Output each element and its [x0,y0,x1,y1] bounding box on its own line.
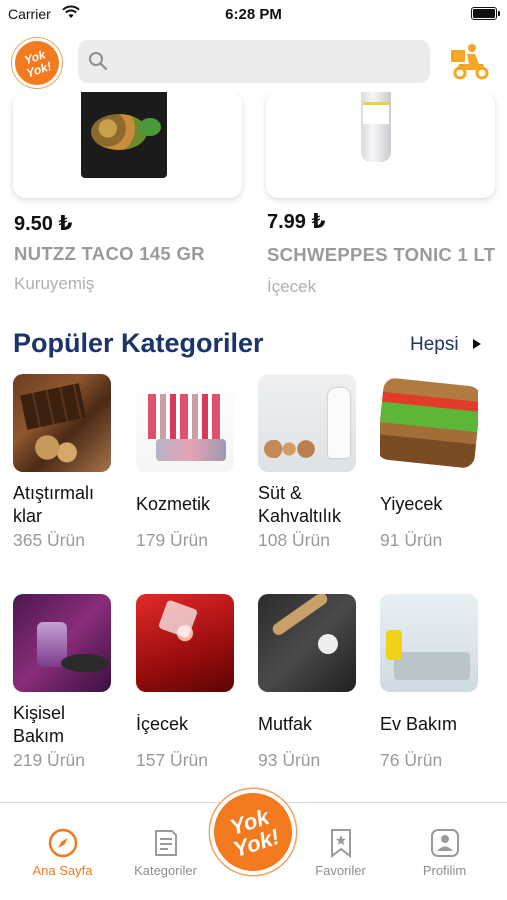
category-image [136,374,234,472]
tab-label: Ana Sayfa [32,863,93,878]
app-header: Yok Yok! [0,34,507,92]
tab-profile[interactable]: Profilim [394,803,495,883]
search-icon [89,52,108,71]
category-count: 179 Ürün [136,530,208,550]
category-name: Kozmetik [136,494,211,514]
center-logo-button[interactable]: Yok Yok! [210,789,296,875]
product-image [81,92,167,178]
bookmark-star-icon [331,829,351,859]
category-image [13,594,111,692]
logo-text: Yok Yok! [226,804,283,863]
category-image [380,374,478,472]
category-name: Süt & Kahvaltılık [258,483,342,526]
document-list-icon [155,830,177,856]
product-price: 9.50 ₺ [14,213,73,235]
category-image [136,594,234,692]
clock: 6:28 PM [225,6,282,23]
category-name: Mutfak [258,714,313,734]
category-image [258,594,356,692]
category-count: 365 Ürün [13,530,85,550]
tab-label: Kategoriler [134,863,197,878]
compass-icon [48,828,78,858]
category-image [13,374,111,472]
product-name: NUTZZ TACO 145 GR [14,243,205,264]
category-count: 76 Ürün [380,750,443,770]
product-name: SCHWEPPES TONIC 1 LT [267,244,496,265]
tab-label: Favoriler [315,863,366,878]
yokyok-logo[interactable]: Yok Yok! [12,38,62,88]
battery-icon [471,7,500,20]
category-image [258,374,356,472]
tab-categories[interactable]: Kategoriler [115,803,216,883]
logo-text: Yok Yok! [22,47,54,81]
category-image [380,594,478,692]
category-count: 91 Ürün [380,530,443,550]
category-count: 157 Ürün [136,750,208,770]
category-count: 219 Ürün [13,750,85,770]
status-bar: Carrier 6:28 PM [0,0,507,30]
product-card-schweppes[interactable] [266,92,495,198]
tab-bar: Ana Sayfa Kategoriler Yok Yok! Favoriler… [0,789,507,900]
category-count: 93 Ürün [258,750,321,770]
product-image [361,92,391,162]
category-name: Atıştırmalı klar [13,483,95,526]
tab-favorites[interactable]: Favoriler [290,803,391,883]
category-name: Yiyecek [380,494,443,514]
user-profile-icon [431,829,459,857]
category-count: 108 Ürün [258,530,330,550]
product-price: 7.99 ₺ [267,211,326,233]
category-name: Ev Bakım [380,714,458,734]
product-category: İçecek [267,277,317,296]
delivery-scooter-icon[interactable] [447,42,491,82]
tab-home[interactable]: Ana Sayfa [12,803,113,883]
category-name: İçecek [136,714,189,734]
see-all-link[interactable]: Hepsi [410,334,459,356]
search-input[interactable] [78,40,430,83]
tab-label: Profilim [422,863,467,878]
section-title-popular-categories: Popüler Kategoriler [13,328,264,358]
product-category: Kuruyemiş [14,274,95,293]
play-arrow-icon[interactable] [473,339,481,349]
product-card-nutzz[interactable] [13,92,242,198]
category-name: Kişisel Bakım [13,703,66,746]
